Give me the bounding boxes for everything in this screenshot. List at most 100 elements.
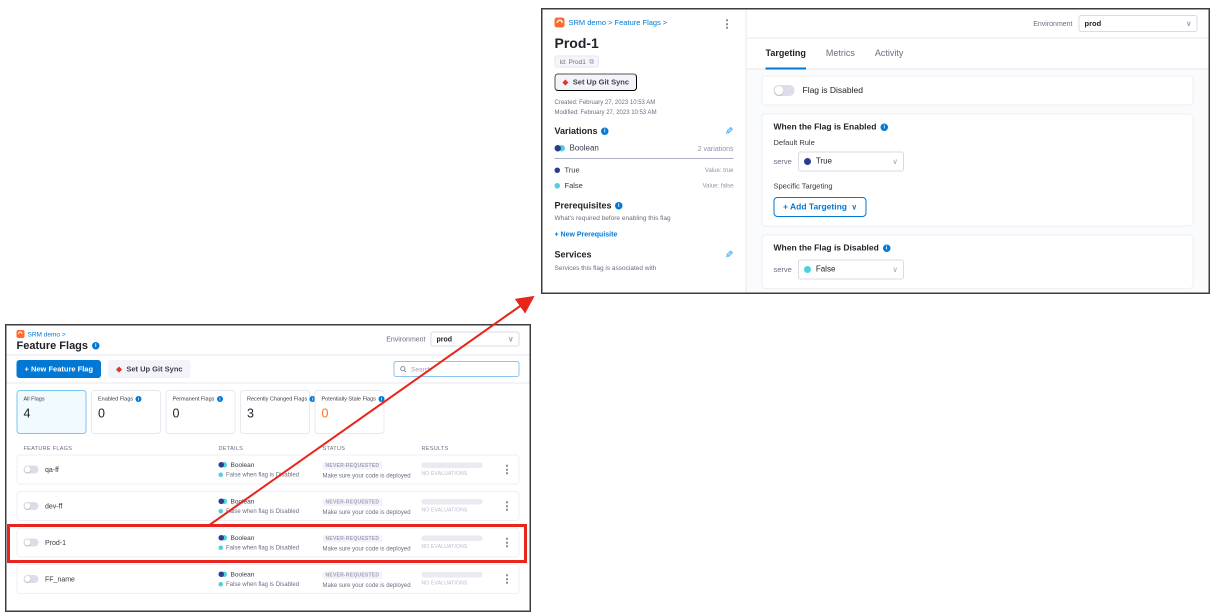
- status-text: Make sure your code is deployed: [323, 472, 422, 479]
- serve-value: False: [816, 265, 836, 274]
- flag-state-card: Flag is Disabled: [762, 76, 1194, 106]
- serve-value: True: [816, 157, 832, 166]
- stat-label: All Flags: [24, 396, 45, 402]
- flag-table-row[interactable]: dev-ff Boolean False when flag is Disabl…: [17, 491, 520, 521]
- tab[interactable]: Activity: [875, 39, 904, 70]
- stat-label: Enabled Flags: [98, 396, 133, 402]
- prerequisites-description: What's required before enabling this fla…: [555, 214, 734, 222]
- new-feature-flag-button[interactable]: + New Feature Flag: [17, 360, 102, 378]
- status-text: Make sure your code is deployed: [323, 508, 422, 515]
- info-icon[interactable]: [880, 123, 888, 131]
- flag-toggle[interactable]: [24, 466, 39, 474]
- prerequisites-heading: Prerequisites: [555, 200, 734, 211]
- flag-off-rule: False when flag is Disabled: [226, 508, 299, 515]
- flag-detail-panel: SRM demo > Feature Flags > Prod-1 Id: Pr…: [541, 8, 1210, 294]
- flag-details-cell: Boolean False when flag is Disabled: [219, 498, 323, 515]
- feature-flags-list-panel: SRM demo > Feature Flags Environment pro…: [5, 324, 531, 612]
- stat-value: 4: [24, 407, 80, 422]
- flag-name: Prod-1: [45, 539, 66, 547]
- info-icon[interactable]: [601, 127, 609, 135]
- status-badge: NEVER-REQUESTED: [323, 535, 383, 543]
- default-rule-serve-select[interactable]: True: [798, 152, 904, 172]
- environment-select[interactable]: prod: [1079, 15, 1198, 32]
- boolean-type-icon: [219, 462, 228, 468]
- flag-disabled-heading: When the Flag is Disabled: [774, 243, 1182, 253]
- flag-type: Boolean: [231, 534, 255, 542]
- flag-toggle[interactable]: [24, 502, 39, 510]
- flag-table-row[interactable]: Prod-1 Boolean False when flag is Disabl…: [17, 528, 520, 558]
- breadcrumb-text[interactable]: SRM demo > Feature Flags >: [569, 18, 668, 27]
- breadcrumb-text[interactable]: SRM demo >: [28, 330, 66, 338]
- boolean-type-icon: [219, 535, 228, 541]
- flags-table: qa-ff Boolean False when flag is Disable…: [7, 455, 530, 595]
- new-prerequisite-link[interactable]: + New Prerequisite: [555, 230, 734, 238]
- variations-heading: Variations: [555, 126, 609, 137]
- variation-dot-false: [219, 509, 224, 514]
- status-text: Make sure your code is deployed: [323, 545, 422, 552]
- flag-detail-sidebar: SRM demo > Feature Flags > Prod-1 Id: Pr…: [543, 10, 747, 293]
- targeting-tab-content: Flag is Disabled When the Flag is Enable…: [747, 70, 1209, 293]
- chevron-down-icon: [892, 158, 897, 166]
- list-toolbar: + New Feature Flag Set Up Git Sync: [7, 356, 530, 384]
- boolean-type-icon: [219, 499, 228, 505]
- disabled-serve-select[interactable]: False: [798, 260, 904, 280]
- info-icon[interactable]: [883, 244, 891, 252]
- flag-id-pill[interactable]: Id: Prod1: [555, 56, 600, 68]
- flag-toggle[interactable]: [24, 539, 39, 547]
- stat-card[interactable]: Enabled Flags 0: [91, 390, 161, 434]
- setup-git-sync-button[interactable]: Set Up Git Sync: [555, 74, 638, 92]
- stat-card[interactable]: Potentially Stale Flags 0: [315, 390, 385, 434]
- git-sync-icon: [116, 365, 122, 373]
- setup-git-sync-button[interactable]: Set Up Git Sync: [108, 360, 191, 378]
- boolean-type-icon: [555, 145, 566, 152]
- add-targeting-button[interactable]: + Add Targeting: [774, 197, 867, 217]
- info-icon[interactable]: [92, 342, 100, 350]
- flag-enabled-card: When the Flag is Enabled Default Rule se…: [762, 114, 1194, 227]
- info-icon[interactable]: [136, 396, 142, 402]
- info-icon[interactable]: [217, 396, 223, 402]
- edit-variations-icon[interactable]: [725, 125, 733, 138]
- variation-name: False: [565, 181, 583, 190]
- flag-type: Boolean: [231, 571, 255, 579]
- flag-id-text: Id: Prod1: [560, 58, 586, 66]
- breadcrumb[interactable]: SRM demo > Feature Flags >: [555, 18, 734, 28]
- variations-list: True Value: true False Value: false: [555, 166, 734, 190]
- add-targeting-label: + Add Targeting: [783, 202, 847, 212]
- flag-detail-main: Environment prod Targeting Metrics Activ…: [747, 10, 1209, 293]
- flag-results-cell: NO EVALUATIONS: [422, 536, 490, 550]
- info-icon[interactable]: [615, 202, 623, 210]
- status-badge: NEVER-REQUESTED: [323, 571, 383, 579]
- stat-card[interactable]: Permanent Flags 0: [166, 390, 236, 434]
- search-input[interactable]: [411, 365, 514, 373]
- flag-type: Boolean: [231, 498, 255, 506]
- environment-value: prod: [437, 335, 453, 343]
- chevron-down-icon: [1186, 20, 1191, 28]
- tab[interactable]: Targeting: [766, 39, 806, 70]
- flag-table-row[interactable]: FF_name Boolean False when flag is Disab…: [17, 564, 520, 594]
- stat-value: 0: [98, 407, 154, 422]
- row-menu-icon[interactable]: [502, 463, 513, 476]
- chevron-down-icon: [892, 266, 897, 274]
- environment-select[interactable]: prod: [431, 332, 520, 347]
- flag-table-row[interactable]: qa-ff Boolean False when flag is Disable…: [17, 455, 520, 485]
- flag-off-rule: False when flag is Disabled: [226, 581, 299, 588]
- tab[interactable]: Metrics: [826, 39, 855, 70]
- col-details: DETAILS: [219, 446, 323, 452]
- stat-label: Permanent Flags: [173, 396, 215, 402]
- list-header: SRM demo > Feature Flags Environment pro…: [7, 326, 530, 356]
- flag-menu-icon[interactable]: [722, 19, 733, 30]
- row-menu-icon[interactable]: [502, 572, 513, 585]
- environment-label: Environment: [386, 335, 425, 343]
- row-menu-icon[interactable]: [502, 536, 513, 549]
- variation-dot-false: [219, 472, 224, 477]
- stat-card[interactable]: Recently Changed Flags 3: [240, 390, 310, 434]
- stat-card[interactable]: All Flags 4: [17, 390, 87, 434]
- variation-dot: [555, 167, 561, 173]
- copy-icon[interactable]: [589, 58, 594, 66]
- info-icon[interactable]: [378, 396, 384, 402]
- edit-services-icon[interactable]: [725, 248, 733, 261]
- row-menu-icon[interactable]: [502, 499, 513, 512]
- flag-status-cell: NEVER-REQUESTED Make sure your code is d…: [323, 460, 422, 479]
- flag-toggle[interactable]: [24, 575, 39, 583]
- flag-state-toggle[interactable]: [774, 85, 795, 96]
